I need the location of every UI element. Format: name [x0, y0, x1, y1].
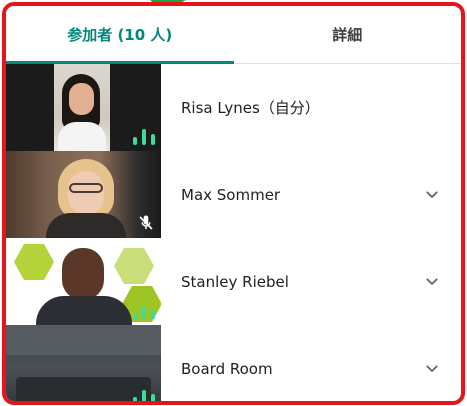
expand-participant-button[interactable] [417, 267, 447, 297]
participant-video-thumbnail [6, 238, 161, 325]
panel-tabs: 参加者 (10 人) 詳細 [6, 6, 461, 64]
audio-level-icon [133, 301, 155, 319]
highlight-frame: 参加者 (10 人) 詳細 Risa Lynes（自分） Max Sommer … [2, 2, 465, 405]
chevron-down-icon [426, 364, 438, 372]
audio-level-icon [133, 127, 155, 145]
participant-name: Max Sommer [181, 185, 281, 204]
chevron-down-icon [426, 277, 438, 285]
participant-row-board-room[interactable]: Board Room [6, 325, 461, 401]
participant-list: Risa Lynes（自分） Max Sommer Stanley Riebel… [6, 64, 461, 401]
tab-participants[interactable]: 参加者 (10 人) [6, 6, 234, 64]
participant-name: Risa Lynes（自分） [181, 99, 320, 117]
participant-video-thumbnail [6, 64, 161, 151]
audio-level-icon [133, 388, 155, 401]
tab-participants-label: 参加者 (10 人) [67, 26, 173, 44]
participant-video-thumbnail [6, 325, 161, 401]
participant-row-stanley-riebel[interactable]: Stanley Riebel [6, 238, 461, 325]
chevron-down-icon [426, 190, 438, 198]
participant-name: Stanley Riebel [181, 272, 289, 291]
participant-row-risa-lynes[interactable]: Risa Lynes（自分） [6, 64, 461, 151]
participant-name: Board Room [181, 359, 273, 378]
expand-participant-button[interactable] [417, 354, 447, 384]
mic-off-icon [139, 215, 153, 230]
tab-details-label: 詳細 [332, 26, 363, 44]
tab-details[interactable]: 詳細 [234, 6, 462, 63]
expand-participant-button[interactable] [417, 180, 447, 210]
participant-video-thumbnail [6, 151, 161, 238]
participant-row-max-sommer[interactable]: Max Sommer [6, 151, 461, 238]
